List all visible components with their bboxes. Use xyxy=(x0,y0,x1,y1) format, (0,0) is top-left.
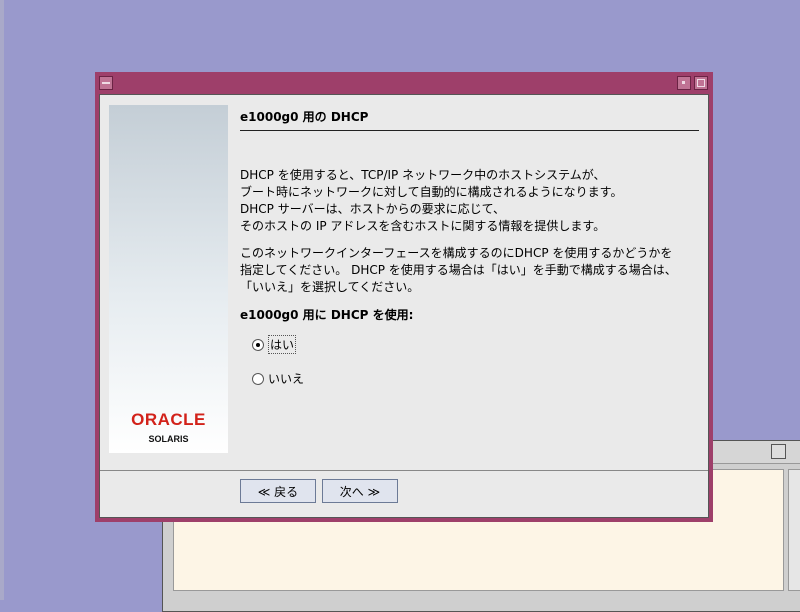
text-line: そのホストの IP アドレスを含むホストに関する情報を提供します。 xyxy=(240,219,606,233)
back-button[interactable]: ≪ 戻る xyxy=(240,479,316,503)
text-line: 「いいえ」を選択してください。 xyxy=(240,280,420,294)
terminal-scrollbar[interactable] xyxy=(788,469,800,591)
next-button[interactable]: 次へ ≫ xyxy=(322,479,398,503)
radio-no[interactable] xyxy=(252,372,264,385)
desktop-edge xyxy=(0,0,4,600)
radio-no-label[interactable]: いいえ xyxy=(268,370,304,387)
text-line: DHCP を使用すると、TCP/IP ネットワーク中のホストシステムが、 xyxy=(240,168,606,182)
button-separator xyxy=(100,470,708,471)
radio-yes[interactable] xyxy=(252,338,264,351)
oracle-logo: ORACLE xyxy=(131,410,206,429)
dialog-content: e1000g0 用の DHCP DHCP を使用すると、TCP/IP ネットワー… xyxy=(240,105,699,323)
description-paragraph-2: このネットワークインターフェースを構成するのにDHCP を使用するかどうかを 指… xyxy=(240,245,698,296)
window-menu-icon[interactable] xyxy=(99,76,113,90)
installer-dialog: ORACLE SOLARIS e1000g0 用の DHCP DHCP を使用す… xyxy=(95,72,713,522)
maximize-icon[interactable] xyxy=(694,76,708,90)
solaris-logo: SOLARIS xyxy=(148,434,189,444)
text-line: このネットワークインターフェースを構成するのにDHCP を使用するかどうかを xyxy=(240,246,673,260)
radio-yes-option[interactable]: はい xyxy=(252,335,297,354)
radio-no-option[interactable]: いいえ xyxy=(252,370,304,387)
dialog-body: ORACLE SOLARIS e1000g0 用の DHCP DHCP を使用す… xyxy=(99,94,709,518)
dialog-titlebar[interactable] xyxy=(95,72,713,94)
minimize-icon[interactable] xyxy=(677,76,691,90)
page-title: e1000g0 用の DHCP xyxy=(240,110,369,124)
title-divider xyxy=(240,130,699,131)
terminal-minimize-icon[interactable] xyxy=(771,444,786,459)
description-paragraph-1: DHCP を使用すると、TCP/IP ネットワーク中のホストシステムが、 ブート… xyxy=(240,167,698,235)
text-line: ブート時にネットワークに対して自動的に構成されるようになります。 xyxy=(240,185,623,199)
text-line: DHCP サーバーは、ホストからの要求に応じて、 xyxy=(240,202,505,216)
branding-panel: ORACLE SOLARIS xyxy=(109,105,228,453)
radio-yes-label[interactable]: はい xyxy=(268,335,297,354)
text-line: 指定してください。 DHCP を使用する場合は「はい」を手動で構成する場合は、 xyxy=(240,263,677,277)
dhcp-question-label: e1000g0 用に DHCP を使用: xyxy=(240,308,414,322)
